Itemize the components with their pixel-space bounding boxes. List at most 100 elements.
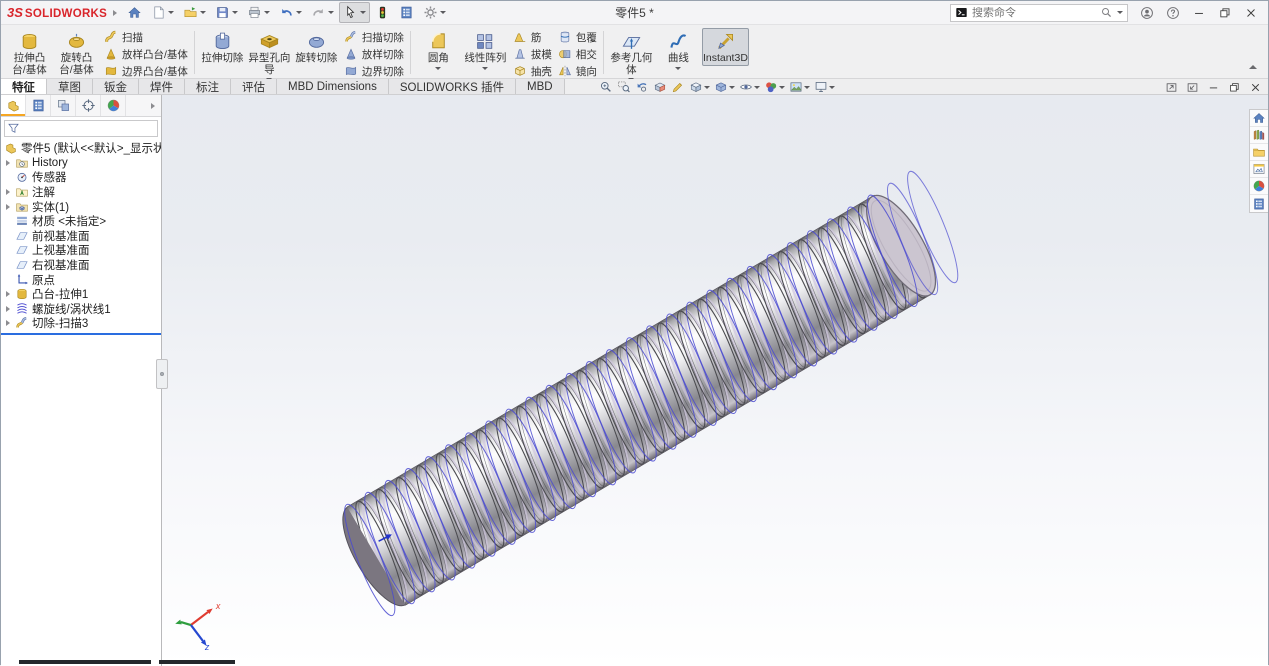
ribbon-button-curves[interactable]: 曲线 (655, 28, 702, 71)
panel-flyout-button[interactable] (145, 95, 161, 116)
new-doc-button[interactable] (147, 2, 178, 23)
ribbon-button-instant3d[interactable]: Instant3D (702, 28, 749, 66)
tree-item-plane[interactable]: 上视基准面 (1, 243, 161, 258)
win-close-button[interactable] (1240, 5, 1262, 21)
ribbon-button-hole-wizard[interactable]: 异型孔向导 (246, 28, 293, 82)
ribbon-button-boss-extrude[interactable]: 拉伸凸台/基体 (6, 28, 53, 77)
section-view-button[interactable] (652, 80, 668, 94)
ribbon-button-loft[interactable]: 放样凸台/基体 (102, 46, 190, 62)
ribbon-button-cut-loft[interactable]: 放样切除 (342, 46, 406, 62)
ribbon-button-cut-extrude[interactable]: 拉伸切除 (199, 28, 246, 66)
search-input[interactable] (972, 7, 1096, 19)
tab-markup[interactable]: 标注 (185, 79, 231, 94)
ribbon-button-draft[interactable]: 拔模 (511, 46, 554, 62)
tree-item-solid-bodies-folder[interactable]: 实体(1) (1, 199, 161, 214)
ribbon-button-cut-revolve[interactable]: 旋转切除 (293, 28, 340, 66)
previous-view-button[interactable] (634, 80, 650, 94)
tab-mbd[interactable]: MBD (516, 79, 565, 94)
ribbon-button-fillet[interactable]: 圆角 (415, 28, 462, 71)
tree-item-annotations-folder[interactable]: 注解 (1, 185, 161, 200)
ribbon-group-3: 参考几何体曲线Instant3D (605, 27, 752, 78)
tab-evaluate[interactable]: 评估 (231, 79, 277, 94)
ribbon-button-sweep[interactable]: 扫描 (102, 29, 190, 45)
hide-show-items-button[interactable] (738, 80, 761, 94)
panel-tab-displaymanager[interactable] (101, 95, 126, 116)
win-restore-button[interactable] (1214, 5, 1236, 21)
task-pane-view-palette-button[interactable] (1250, 161, 1268, 178)
open-folder-button[interactable] (179, 2, 210, 23)
tree-item-plane[interactable]: 右视基准面 (1, 258, 161, 273)
print-button[interactable] (243, 2, 274, 23)
ribbon-button-mirror[interactable]: 镜向 (556, 63, 599, 79)
doc-win-restore-button[interactable] (1227, 81, 1242, 94)
tree-item-origin[interactable]: 原点 (1, 272, 161, 287)
account-button[interactable] (1136, 5, 1158, 21)
task-pane-file-explorer-button[interactable] (1250, 144, 1268, 161)
tree-item-label: 传感器 (32, 169, 67, 185)
tab-sheet-metal[interactable]: 钣金 (93, 79, 139, 94)
save-button[interactable] (211, 2, 242, 23)
ribbon-button-rib[interactable]: 筋 (511, 29, 554, 45)
select-cursor-button[interactable] (339, 2, 370, 23)
ribbon-button-linear-pattern[interactable]: 线性阵列 (462, 28, 509, 71)
tree-item-material[interactable]: 材质 <未指定> (1, 214, 161, 229)
tree-item-plane[interactable]: 前视基准面 (1, 229, 161, 244)
ribbon-button-cut-sweep[interactable]: 扫描切除 (342, 29, 406, 45)
task-pane-custom-properties-button[interactable] (1250, 195, 1268, 212)
home-button[interactable] (123, 2, 146, 23)
doc-win-close-button[interactable] (1248, 81, 1263, 94)
tab-mbd-dimensions[interactable]: MBD Dimensions (277, 79, 389, 94)
redo-button[interactable] (307, 2, 338, 23)
doc-dock-window-button[interactable] (1185, 81, 1200, 94)
tab-sketch[interactable]: 草图 (47, 79, 93, 94)
help-button[interactable] (1162, 5, 1184, 21)
tree-item-cut-sweep[interactable]: 切除-扫描3 (1, 316, 161, 331)
panel-tab-propertymanager[interactable] (26, 95, 51, 116)
view-orientation-button[interactable] (688, 80, 711, 94)
task-pane-appearances-button[interactable] (1250, 178, 1268, 195)
tree-root[interactable]: 零件5 (默认<<默认>_显示状态 1>) (1, 141, 161, 156)
doc-float-window-button[interactable] (1164, 81, 1179, 94)
tree-item-sensors[interactable]: 传感器 (1, 170, 161, 185)
file-properties-button[interactable] (395, 2, 418, 23)
edit-appearance-button[interactable] (763, 80, 786, 94)
rollback-bar[interactable] (1, 333, 161, 335)
ribbon-button-wrap[interactable]: 包覆 (556, 29, 599, 45)
tree-item-helix[interactable]: 螺旋线/涡状线1 (1, 302, 161, 317)
tree-item-history-folder[interactable]: History (1, 156, 161, 171)
ribbon-button-shell[interactable]: 抽壳 (511, 63, 554, 79)
undo-button[interactable] (275, 2, 306, 23)
ribbon-button-ref-geometry[interactable]: 参考几何体 (608, 28, 655, 82)
collapse-ribbon-button[interactable] (1247, 58, 1259, 74)
apply-scene-button[interactable] (788, 80, 811, 94)
task-pane-home-button[interactable] (1250, 110, 1268, 127)
view-settings-button[interactable] (813, 80, 836, 94)
zoom-area-button[interactable] (616, 80, 632, 94)
ribbon-button-boundary[interactable]: 边界凸台/基体 (102, 63, 190, 79)
display-style-button[interactable] (713, 80, 736, 94)
tab-features[interactable]: 特征 (1, 79, 47, 94)
rebuild-button[interactable] (371, 2, 394, 23)
tree-item-boss-extrude[interactable]: 凸台-拉伸1 (1, 287, 161, 302)
options-gear-button[interactable] (419, 2, 450, 23)
ribbon-button-cut-boundary[interactable]: 边界切除 (342, 63, 406, 79)
search-dropdown-icon[interactable] (1117, 11, 1123, 14)
shell-icon (513, 64, 527, 78)
doc-win-minimize-button[interactable] (1206, 81, 1221, 94)
ribbon-button-revolve-boss[interactable]: 旋转凸台/基体 (53, 28, 100, 77)
panel-tab-featuremanager[interactable] (1, 95, 26, 116)
dynamic-annotation-button[interactable] (670, 80, 686, 94)
panel-tab-configurationmanager[interactable] (51, 95, 76, 116)
feature-filter[interactable] (4, 120, 158, 137)
tab-solidworks-addins[interactable]: SOLIDWORKS 插件 (389, 79, 516, 94)
panel-tab-dimxpertmanager[interactable] (76, 95, 101, 116)
panel-splitter-handle[interactable] (156, 359, 168, 389)
ribbon-button-intersect[interactable]: 相交 (556, 46, 599, 62)
search-icon[interactable] (1100, 6, 1113, 19)
graphics-area[interactable]: xz (162, 95, 1268, 665)
win-minimize-button[interactable] (1188, 5, 1210, 21)
logo-flyout-icon[interactable] (113, 10, 117, 16)
zoom-fit-button[interactable] (598, 80, 614, 94)
tab-weldments[interactable]: 焊件 (139, 79, 185, 94)
task-pane-design-library-button[interactable] (1250, 127, 1268, 144)
